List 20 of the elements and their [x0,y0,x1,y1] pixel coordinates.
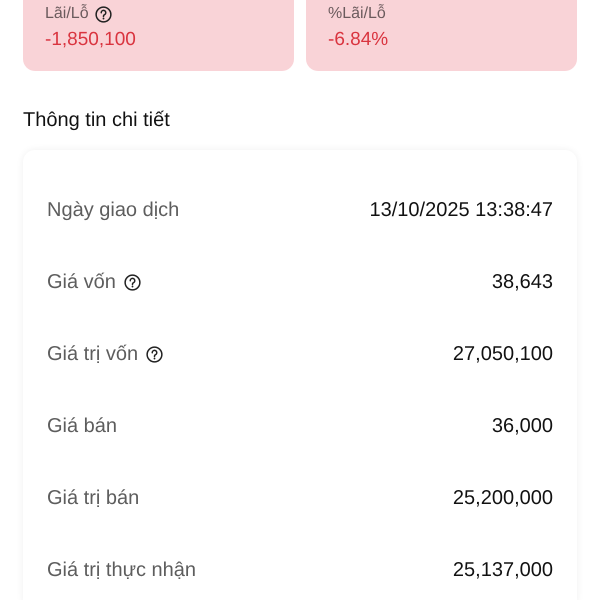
detail-label: Giá bán [47,414,118,438]
help-icon[interactable] [124,274,141,290]
summary-label: %Lãi/Lỗ [328,5,386,23]
detail-value: 25,200,000 [452,486,553,510]
detail-label: Giá trị bán [47,486,140,510]
detail-label: Giá trị thực nhận [47,558,196,582]
detail-value: 36,000 [492,414,553,438]
detail-value: 27,050,100 [452,342,553,366]
detail-value: 38,643 [492,270,553,294]
section-title: Thông tin chi tiết [23,109,171,132]
help-icon[interactable] [94,6,112,22]
detail-label: Giá vốn [47,270,116,294]
detail-label: Giá trị vốn [47,342,138,366]
detail-label: Ngày giao dịch [47,198,180,222]
help-icon[interactable] [146,346,164,362]
detail-value: 13/10/2025 13:38:47 [369,198,553,222]
summary-label: Lãi/Lỗ [45,5,89,23]
summary-value: -1,850,100 [45,29,137,51]
summary-value: -6.84% [328,29,390,51]
detail-value: 25,137,000 [452,558,553,582]
